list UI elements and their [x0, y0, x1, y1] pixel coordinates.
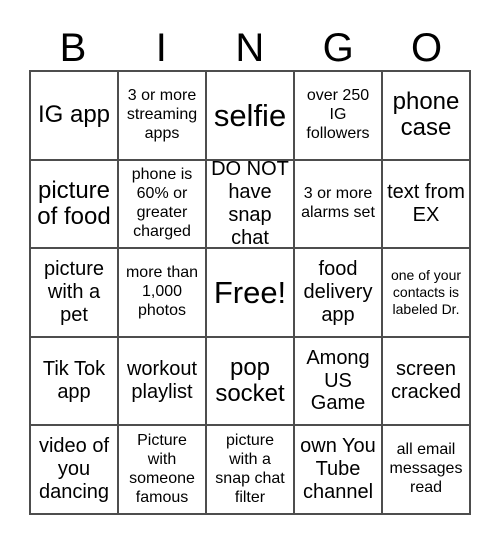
bingo-header-letter-i: I: [155, 26, 168, 70]
bingo-header-letter-n: N: [235, 26, 265, 70]
bingo-cell-label: 3 or more streaming apps: [126, 86, 198, 142]
bingo-cell-label: workout playlist: [126, 358, 198, 404]
bingo-cell-r2-c4[interactable]: 3 or more alarms set: [295, 160, 383, 250]
bingo-cell-r5-c5[interactable]: all email messages read: [383, 426, 471, 515]
bingo-cell-r3-c5[interactable]: one of your contacts is labeled Dr.: [383, 249, 471, 338]
bingo-cell-label: 3 or more alarms set: [301, 185, 375, 221]
bingo-free-space-cell[interactable]: Free!: [207, 249, 295, 338]
bingo-cell-label: selfie: [213, 97, 287, 133]
bingo-cell-r4-c5[interactable]: screen cracked: [383, 337, 471, 427]
bingo-header-letter-b: B: [59, 26, 87, 70]
bingo-cell-r4-c4[interactable]: Among US Game: [295, 337, 383, 427]
bingo-cell-r5-c1[interactable]: video of you dancing: [31, 426, 119, 515]
bingo-cell-label: pop socket: [215, 353, 285, 408]
bingo-cell-label: Picture with someone famous: [129, 431, 195, 506]
bingo-header-row: BINGO: [29, 14, 471, 70]
bingo-cell-r2-c3[interactable]: DO NOT have snap chat: [207, 160, 295, 250]
bingo-header-letter-g: G: [322, 26, 355, 70]
bingo-cell-r1-c4[interactable]: over 250 IG followers: [295, 72, 383, 161]
bingo-cell-label: phone is 60% or greater charged: [131, 166, 193, 240]
bingo-cell-label: Tik Tok app: [42, 358, 106, 404]
bingo-cell-label: IG app: [37, 101, 111, 129]
bingo-cell-label: over 250 IG followers: [306, 86, 370, 142]
bingo-cell-label: video of you dancing: [38, 435, 110, 504]
bingo-cell-label: own You Tube channel: [300, 435, 376, 504]
bingo-cell-label: picture of food: [37, 176, 111, 230]
bingo-header-letter-o: O: [411, 26, 443, 70]
bingo-cell-label: text from EX: [387, 181, 465, 226]
bingo-cell-r3-c2[interactable]: more than 1,000 photos: [119, 249, 207, 338]
bingo-cell-label: DO NOT have snap chat: [211, 160, 289, 249]
bingo-cell-r4-c3[interactable]: pop socket: [207, 337, 295, 427]
bingo-cell-r1-c3[interactable]: selfie: [207, 72, 295, 161]
bingo-cell-label: one of your contacts is labeled Dr.: [390, 267, 462, 317]
bingo-cell-r3-c4[interactable]: food delivery app: [295, 249, 383, 338]
bingo-cell-r4-c2[interactable]: workout playlist: [119, 337, 207, 427]
bingo-cell-label: Among US Game: [306, 346, 370, 415]
bingo-cell-r3-c1[interactable]: picture with a pet: [31, 249, 119, 338]
bingo-cell-label: phone case: [392, 87, 460, 142]
bingo-cell-label: picture with a pet: [43, 258, 105, 326]
bingo-cell-label: all email messages read: [389, 441, 463, 497]
bingo-cell-r2-c1[interactable]: picture of food: [31, 160, 119, 250]
bingo-cell-r1-c5[interactable]: phone case: [383, 72, 471, 161]
bingo-cell-label: more than 1,000 photos: [125, 264, 199, 319]
bingo-cell-r5-c4[interactable]: own You Tube channel: [295, 426, 383, 515]
bingo-cell-label: food delivery app: [303, 258, 373, 326]
bingo-cell-label: screen cracked: [390, 358, 462, 404]
bingo-cell-label: picture with a snap chat filter: [215, 431, 285, 506]
bingo-cell-r5-c3[interactable]: picture with a snap chat filter: [207, 426, 295, 515]
bingo-cell-r4-c1[interactable]: Tik Tok app: [31, 337, 119, 427]
bingo-card: B I N G O IG app 3 or more streaming apps self…: [0, 0, 500, 544]
bingo-cell-label: Free!: [213, 274, 287, 310]
bingo-cell-r5-c2[interactable]: Picture with someone famous: [119, 426, 207, 515]
bingo-grid: IG app 3 or more streaming apps selfie over…: [29, 70, 471, 515]
bingo-cell-r1-c1[interactable]: IG app: [31, 72, 119, 161]
bingo-cell-r1-c2[interactable]: 3 or more streaming apps: [119, 72, 207, 161]
bingo-cell-r2-c5[interactable]: text from EX: [383, 160, 471, 250]
bingo-cell-r2-c2[interactable]: phone is 60% or greater charged: [119, 160, 207, 250]
